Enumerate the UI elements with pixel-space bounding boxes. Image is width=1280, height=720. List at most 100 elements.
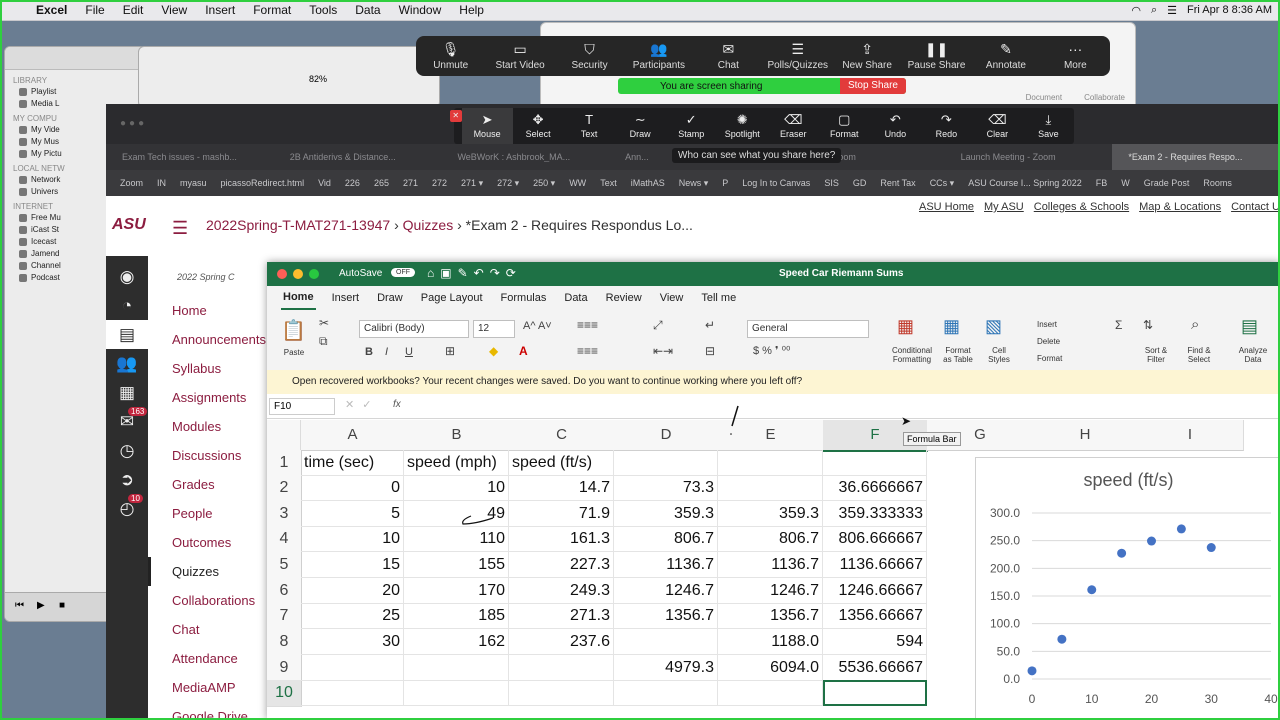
- course-nav-quizzes[interactable]: Quizzes: [148, 557, 266, 586]
- cell-f10[interactable]: [823, 680, 927, 706]
- cell-a6[interactable]: 20: [301, 578, 404, 604]
- cell-f5[interactable]: 1136.66667: [823, 552, 927, 578]
- annotate-eraser-button[interactable]: ⌫ Eraser: [768, 113, 819, 139]
- row-header[interactable]: 3: [267, 501, 302, 528]
- row-header[interactable]: 10: [267, 680, 302, 707]
- cell-f3[interactable]: 359.333333: [823, 501, 927, 527]
- align-left-icon[interactable]: ≡≡≡: [577, 344, 598, 358]
- number-format-select[interactable]: General: [747, 320, 869, 338]
- chart-point[interactable]: [1147, 536, 1156, 546]
- font-color-icon[interactable]: A: [519, 344, 528, 358]
- global-nav-courses[interactable]: ▤: [106, 320, 148, 349]
- bookmark-item[interactable]: W: [1121, 178, 1130, 188]
- cell-d8[interactable]: [614, 629, 718, 655]
- zoom-unmute-button[interactable]: 🎙 Unmute: [416, 42, 485, 71]
- cell-c8[interactable]: 237.6: [509, 629, 614, 655]
- who-can-see-banner[interactable]: Who can see what you share here?: [672, 148, 842, 163]
- indent-icon[interactable]: ⇤⇥: [653, 344, 673, 358]
- global-nav-calendar[interactable]: ▦: [106, 378, 148, 407]
- ribbon-tab-draw[interactable]: Draw: [375, 286, 405, 310]
- cell-e8[interactable]: 1188.0: [718, 629, 823, 655]
- annotate-stamp-button[interactable]: ✓ Stamp: [666, 113, 717, 139]
- cell-e10[interactable]: [718, 680, 823, 706]
- cell-b7[interactable]: 185: [404, 603, 509, 629]
- cell-b10[interactable]: [404, 680, 509, 706]
- bookmark-item[interactable]: ASU Course I... Spring 2022: [968, 178, 1082, 188]
- breadcrumb-quizzes[interactable]: Quizzes: [403, 217, 454, 233]
- column-header-a[interactable]: A: [301, 420, 405, 451]
- chart-speed[interactable]: speed (ft/s) 0.0 50.0 100.0 150.0 200.0 250.0…: [975, 457, 1280, 720]
- course-nav-google-drive[interactable]: Google Drive: [148, 702, 266, 720]
- rewind-icon[interactable]: ⏮: [15, 600, 24, 611]
- cell-d4[interactable]: 806.7: [614, 526, 718, 552]
- format-cells-label[interactable]: Format: [1037, 354, 1077, 363]
- italic-icon[interactable]: I: [385, 346, 388, 358]
- column-header-b[interactable]: B: [404, 420, 510, 451]
- autosave-toggle[interactable]: OFF: [391, 268, 415, 277]
- cell-a3[interactable]: 5: [301, 501, 404, 527]
- cell-a4[interactable]: 10: [301, 526, 404, 552]
- bookmark-item[interactable]: Text: [600, 178, 617, 188]
- global-nav-help[interactable]: ◴ 10: [106, 494, 148, 523]
- chart-point[interactable]: [1176, 524, 1186, 534]
- course-nav-syllabus[interactable]: Syllabus: [148, 354, 266, 383]
- browser-tab[interactable]: Exam Tech issues - mashb...: [106, 152, 274, 162]
- bookmark-item[interactable]: 265: [374, 178, 389, 188]
- name-box[interactable]: F10: [269, 398, 335, 415]
- window-controls[interactable]: ●●●: [120, 118, 147, 129]
- global-nav-account[interactable]: ◉: [106, 262, 148, 291]
- ribbon-tab-formulas[interactable]: Formulas: [499, 286, 549, 310]
- annotate-mouse-button[interactable]: ➤ Mouse: [461, 108, 513, 144]
- annotate-undo-button[interactable]: ↶ Undo: [870, 113, 921, 139]
- ribbon-tab-insert[interactable]: Insert: [330, 286, 362, 310]
- bookmark-item[interactable]: WW: [569, 178, 586, 188]
- browser-tab[interactable]: 2B Antiderivs & Distance...: [274, 152, 442, 162]
- asu-logo[interactable]: ASU: [112, 216, 146, 234]
- menu-insert[interactable]: Insert: [205, 3, 235, 17]
- browser-tab[interactable]: WeBWorK : Ashbrook_MA...: [441, 152, 609, 162]
- bookmark-item[interactable]: 271 ▾: [461, 178, 483, 189]
- bookmark-item[interactable]: Log In to Canvas: [742, 178, 810, 188]
- asu-top-link[interactable]: Map & Locations: [1139, 201, 1221, 213]
- bookmark-item[interactable]: CCs ▾: [930, 178, 955, 189]
- cell-c4[interactable]: 161.3: [509, 526, 614, 552]
- play-icon[interactable]: ▶: [37, 600, 45, 611]
- breadcrumb-course[interactable]: 2022Spring-T-MAT271-13947: [206, 217, 390, 233]
- menu-tools[interactable]: Tools: [309, 3, 337, 17]
- browser-tab[interactable]: *Exam 2 - Requires Respo...: [1112, 144, 1280, 170]
- cell-f4[interactable]: 806.666667: [823, 526, 927, 552]
- cell-a10[interactable]: [301, 680, 404, 706]
- cell-b1[interactable]: speed (mph): [404, 450, 509, 476]
- bookmark-item[interactable]: Rent Tax: [880, 178, 915, 188]
- cell-d3[interactable]: 359.3: [614, 501, 718, 527]
- close-annotate-icon[interactable]: ✕: [450, 110, 462, 122]
- fill-color-icon[interactable]: ◆: [489, 344, 498, 358]
- borders-icon[interactable]: ⊞: [445, 344, 455, 358]
- align-top-icon[interactable]: ≡≡≡: [577, 318, 598, 332]
- sum-icon[interactable]: Σ: [1115, 318, 1122, 332]
- cell-b9[interactable]: [404, 655, 509, 681]
- cell-styles-icon[interactable]: ▧: [985, 316, 1002, 337]
- window-controls[interactable]: [277, 269, 319, 279]
- cell-d6[interactable]: 1246.7: [614, 578, 718, 604]
- chart-point[interactable]: [1027, 666, 1037, 676]
- bookmark-item[interactable]: picassoRedirect.html: [221, 178, 305, 188]
- copy-icon[interactable]: ⧉: [319, 334, 328, 349]
- fx-icon[interactable]: fx: [393, 399, 401, 410]
- cell-e4[interactable]: 806.7: [718, 526, 823, 552]
- cell-e2[interactable]: [718, 475, 823, 501]
- chart-point[interactable]: [1206, 543, 1216, 553]
- cell-e6[interactable]: 1246.7: [718, 578, 823, 604]
- chart-point[interactable]: [1057, 634, 1067, 644]
- cell-c1[interactable]: speed (ft/s): [509, 450, 614, 476]
- cell-b6[interactable]: 170: [404, 578, 509, 604]
- cell-c2[interactable]: 14.7: [509, 475, 614, 501]
- row-header[interactable]: 2: [267, 475, 302, 502]
- media-sidebar-item[interactable]: Playlist: [19, 87, 145, 96]
- cell-d7[interactable]: 1356.7: [614, 603, 718, 629]
- bookmark-item[interactable]: 226: [345, 178, 360, 188]
- analyze-data-icon[interactable]: ▤: [1241, 316, 1258, 337]
- menu-window[interactable]: Window: [399, 3, 442, 17]
- cell-f9[interactable]: 5536.66667: [823, 655, 927, 681]
- select-all-corner[interactable]: [267, 420, 301, 451]
